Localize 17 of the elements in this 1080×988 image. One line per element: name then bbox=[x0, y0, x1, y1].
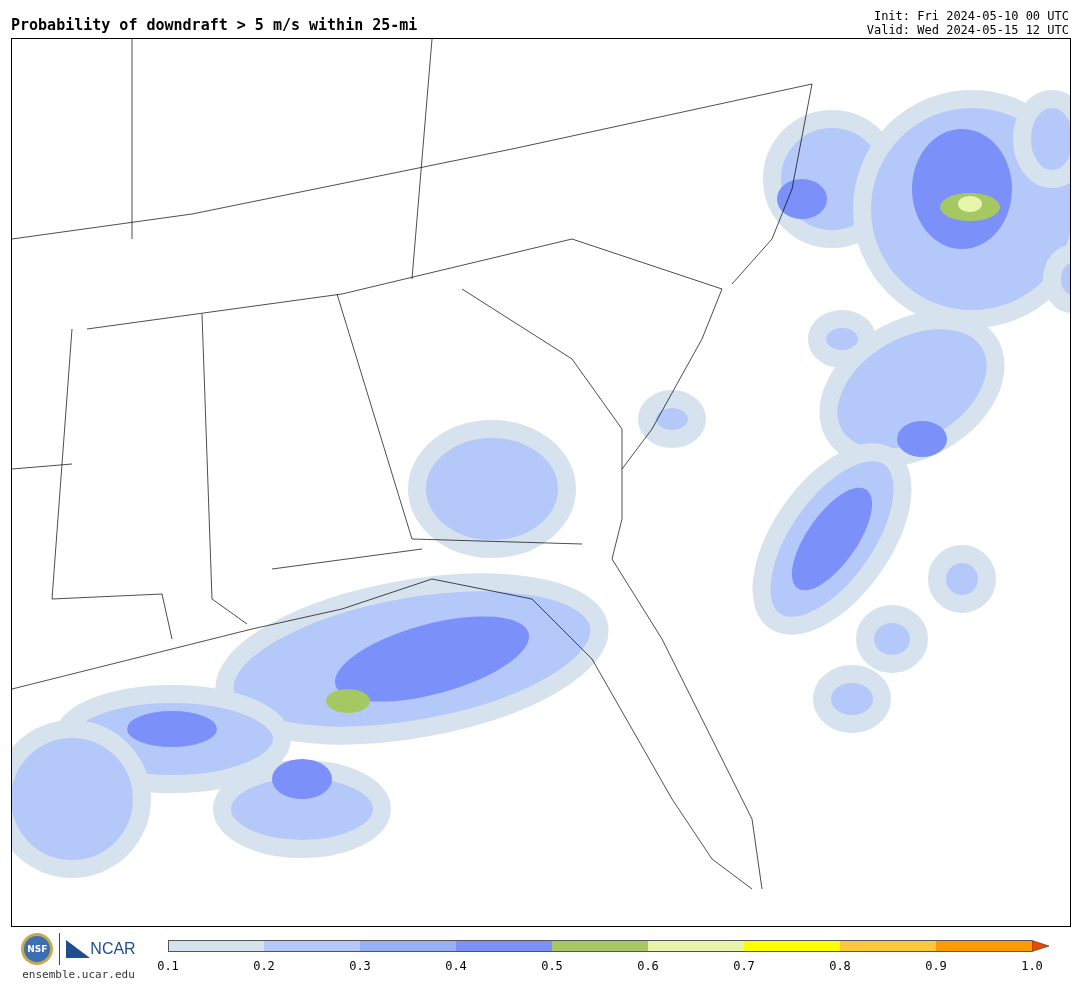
ncar-wordmark: NCAR bbox=[90, 940, 136, 958]
nsf-logo: NSF bbox=[21, 933, 54, 965]
site-url: ensemble.ucar.edu bbox=[22, 968, 135, 981]
triangle-icon bbox=[66, 940, 91, 958]
tick-label: 0.6 bbox=[637, 959, 659, 973]
chart-title: Probability of downdraft > 5 m/s within 25-mi bbox=[11, 16, 418, 36]
tick-label: 0.2 bbox=[253, 959, 275, 973]
tick-label: 0.4 bbox=[445, 959, 467, 973]
init-time: Init: Fri 2024-05-10 00 UTC bbox=[873, 9, 1069, 23]
tick-label: 1.0 bbox=[1021, 959, 1043, 973]
tick-label: 0.8 bbox=[829, 959, 851, 973]
valid-time: Valid: Wed 2024-05-15 12 UTC bbox=[866, 23, 1069, 37]
tick-label: 0.9 bbox=[925, 959, 947, 973]
tick-label: 0.3 bbox=[349, 959, 371, 973]
tick-label: 0.7 bbox=[733, 959, 755, 973]
tick-label: 0.1 bbox=[157, 959, 179, 973]
tick-label: 0.5 bbox=[541, 959, 563, 973]
